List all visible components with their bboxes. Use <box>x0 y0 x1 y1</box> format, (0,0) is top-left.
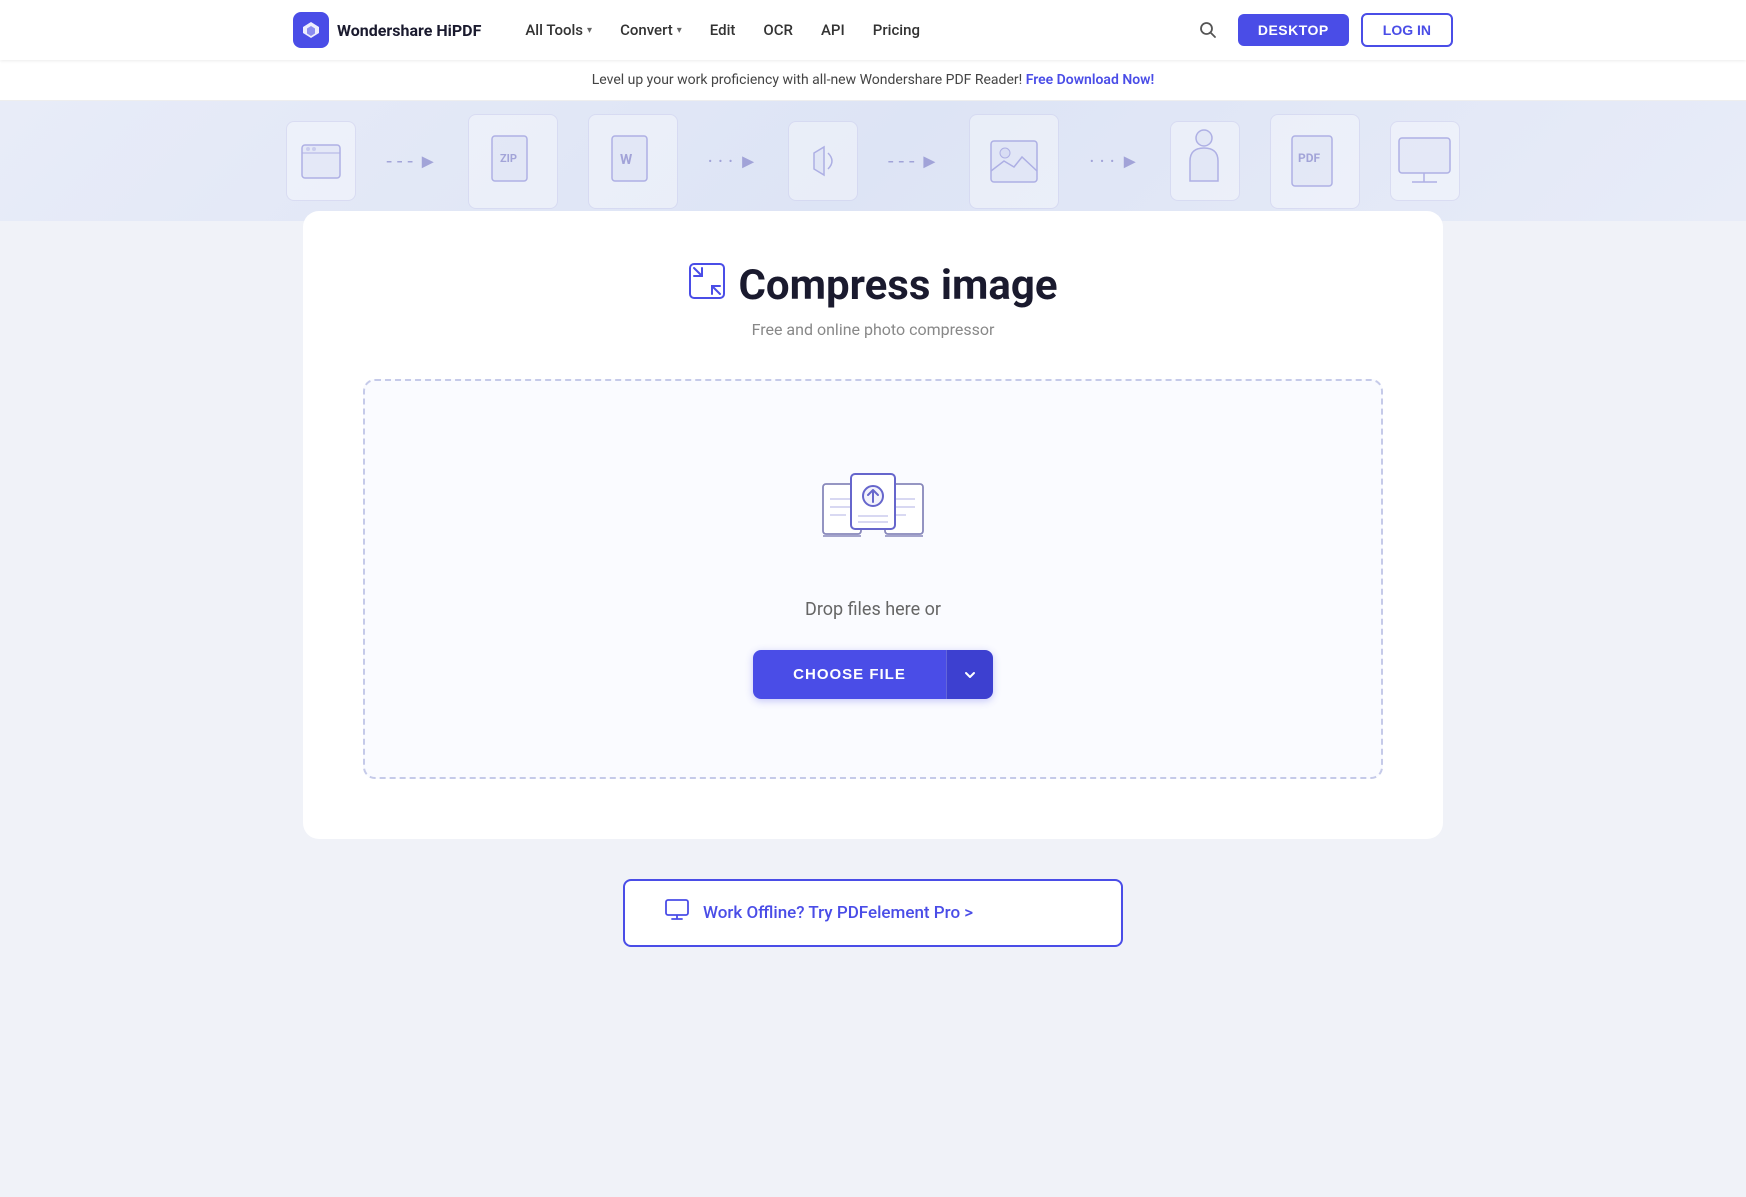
nav-actions: DESKTOP LOG IN <box>1190 12 1453 48</box>
monitor-icon <box>665 899 689 927</box>
brand-name: Wondershare HiPDF <box>337 21 481 40</box>
promo-link[interactable]: Free Download Now! <box>1026 72 1155 88</box>
illus-arrow-3: - - - ► <box>888 149 939 174</box>
illus-monitor <box>1390 121 1460 201</box>
choose-file-dropdown-button[interactable] <box>946 650 993 699</box>
illus-speaker <box>788 121 858 201</box>
nav-all-tools[interactable]: All Tools ▾ <box>513 13 604 47</box>
offline-banner-wrapper: Work Offline? Try PDFelement Pro > <box>303 879 1443 947</box>
desktop-button[interactable]: DESKTOP <box>1238 14 1349 46</box>
choose-file-button[interactable]: CHOOSE FILE <box>753 650 946 699</box>
svg-text:ZIP: ZIP <box>500 152 517 165</box>
navbar: Wondershare HiPDF All Tools ▾ Convert ▾ … <box>0 0 1746 60</box>
tool-card: Compress image Free and online photo com… <box>303 211 1443 839</box>
choose-file-wrapper: CHOOSE FILE <box>753 650 993 699</box>
tool-header: Compress image Free and online photo com… <box>363 261 1383 339</box>
nav-links: All Tools ▾ Convert ▾ Edit OCR API Prici… <box>513 13 1157 47</box>
nav-pricing[interactable]: Pricing <box>861 13 932 47</box>
promo-text: Level up your work proficiency with all-… <box>592 72 1022 88</box>
tool-subtitle: Free and online photo compressor <box>363 320 1383 339</box>
offline-text: Work Offline? Try PDFelement Pro > <box>703 903 973 923</box>
convert-chevron-icon: ▾ <box>677 25 682 36</box>
upload-illustration <box>818 459 928 569</box>
nav-ocr[interactable]: OCR <box>751 13 805 47</box>
compress-icon <box>688 262 726 309</box>
illus-pdf: PDF <box>1270 114 1360 209</box>
illus-arrow-2: · · · ► <box>708 149 758 174</box>
drop-text: Drop files here or <box>805 599 941 620</box>
nav-api[interactable]: API <box>809 13 857 47</box>
svg-text:PDF: PDF <box>1298 151 1321 165</box>
illus-word: W <box>588 114 678 209</box>
svg-text:W: W <box>620 152 633 168</box>
hero-illustration: - - - ► ZIP W · · · ► - - - ► <box>0 101 1746 221</box>
illus-zip: ZIP <box>468 114 558 209</box>
brand-logo-link[interactable]: Wondershare HiPDF <box>293 12 481 48</box>
main-content: Compress image Free and online photo com… <box>0 221 1746 1193</box>
all-tools-chevron-icon: ▾ <box>587 25 592 36</box>
illus-person <box>1170 121 1240 201</box>
brand-logo-icon <box>293 12 329 48</box>
tool-title-text: Compress image <box>738 261 1057 310</box>
nav-convert[interactable]: Convert ▾ <box>608 13 694 47</box>
illus-landscape <box>969 114 1059 209</box>
drop-zone[interactable]: Drop files here or CHOOSE FILE <box>363 379 1383 779</box>
nav-edit[interactable]: Edit <box>698 13 748 47</box>
offline-banner[interactable]: Work Offline? Try PDFelement Pro > <box>623 879 1123 947</box>
promo-banner: Level up your work proficiency with all-… <box>0 60 1746 101</box>
chevron-down-icon <box>963 668 977 682</box>
login-button[interactable]: LOG IN <box>1361 13 1453 47</box>
tool-title-wrapper: Compress image <box>363 261 1383 310</box>
illus-arrow-4: · · · ► <box>1089 149 1139 174</box>
search-button[interactable] <box>1190 12 1226 48</box>
illus-arrow-1: - - - ► <box>386 149 437 174</box>
illus-browser <box>286 121 356 201</box>
